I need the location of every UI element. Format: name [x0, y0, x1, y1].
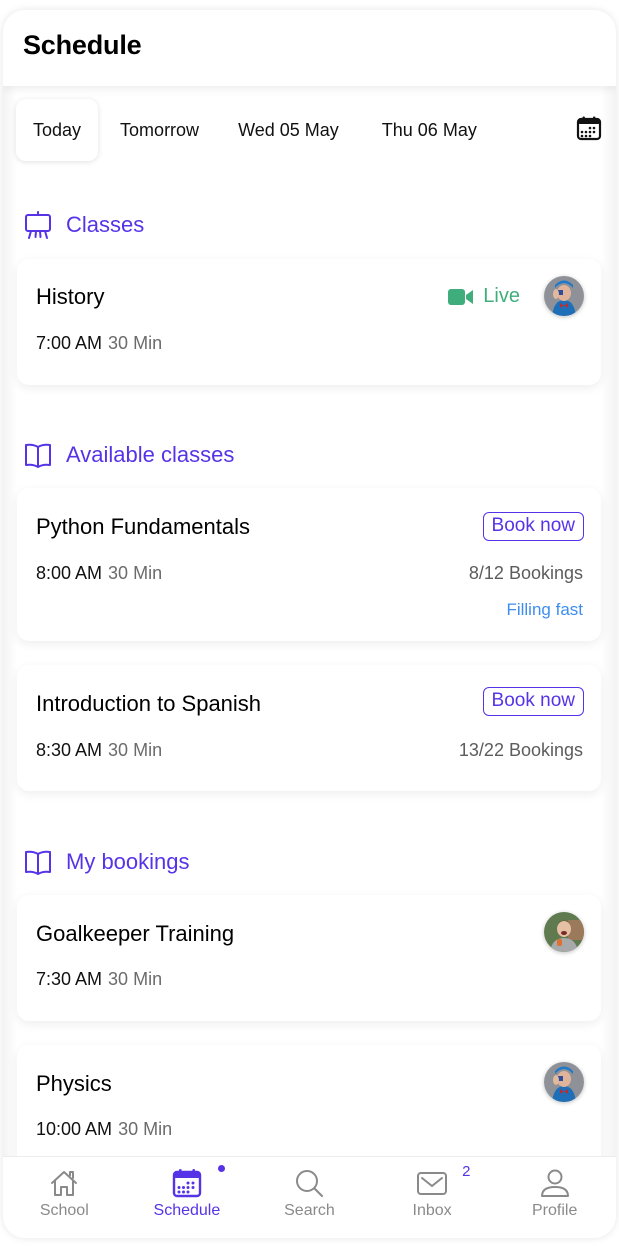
calendar-icon [172, 1169, 202, 1198]
tab-inbox[interactable]: 2 Inbox [371, 1157, 494, 1238]
book-open-icon [25, 443, 51, 468]
booking-card-goalkeeper[interactable]: Goalkeeper Training 7:30 AM 30 Min [17, 895, 601, 1021]
booking-card-physics[interactable]: Physics 10:00 AM 30 Min [17, 1045, 601, 1156]
tab-label: Profile [531, 1202, 578, 1219]
time-value: 8:30 AM [36, 740, 103, 760]
time-value: 7:00 AM [36, 333, 103, 353]
date-tab-tomorrow[interactable]: Tomorrow [103, 99, 216, 161]
class-time: 7:00 AM 30 Min [36, 333, 162, 354]
book-now-button[interactable]: Book now [482, 687, 584, 716]
tab-label: School [39, 1202, 89, 1219]
section-my-bookings: My bookings [23, 847, 190, 877]
class-card-spanish[interactable]: Introduction to Spanish Book now 8:30 AM… [17, 665, 601, 791]
calendar-icon [576, 116, 602, 141]
class-time: 8:30 AM 30 Min [36, 740, 162, 761]
class-time: 10:00 AM 30 Min [36, 1119, 172, 1140]
inbox-badge: 2 [462, 1163, 471, 1180]
section-title: Classes [66, 212, 145, 237]
section-title: My bookings [66, 849, 190, 874]
class-time: 7:30 AM 30 Min [36, 969, 162, 990]
tab-search[interactable]: Search [248, 1157, 371, 1238]
mail-icon [417, 1172, 448, 1195]
tab-profile[interactable]: Profile [493, 1157, 616, 1238]
header: Schedule [3, 10, 616, 86]
calendar-picker-button[interactable] [576, 115, 602, 141]
class-title: Goalkeeper Training [36, 921, 235, 946]
class-card-python[interactable]: Python Fundamentals Book now 8:00 AM 30 M… [17, 488, 601, 641]
coach-avatar[interactable] [544, 912, 584, 952]
date-tab-wed[interactable]: Wed 05 May [221, 99, 356, 161]
user-icon [540, 1169, 569, 1197]
tab-label: Search [284, 1202, 335, 1219]
tab-schedule[interactable]: Schedule [126, 1157, 249, 1238]
duration-value: 30 Min [108, 969, 163, 989]
page-title: Schedule [23, 30, 142, 60]
class-title: Introduction to Spanish [36, 691, 262, 716]
tab-label: Inbox [412, 1202, 452, 1219]
avatar-image [544, 912, 584, 952]
bookings-count: 13/22 Bookings [458, 740, 583, 760]
live-label: Live [483, 285, 520, 307]
bottom-tab-bar: School Schedule Search 2 Inbox Profile [3, 1156, 616, 1238]
section-classes: Classes [23, 210, 144, 240]
book-now-button[interactable]: Book now [482, 512, 584, 541]
book-open-icon [25, 850, 51, 875]
section-available-classes: Available classes [23, 440, 234, 470]
date-tabs: Today Tomorrow Wed 05 May Thu 06 May [16, 98, 616, 162]
bookings-count: 8/12 Bookings [468, 563, 583, 583]
active-indicator-dot [217, 1165, 225, 1172]
live-status[interactable]: Live [448, 285, 520, 308]
date-tab-thu[interactable]: Thu 06 May [365, 99, 494, 161]
teacher-avatar[interactable] [544, 276, 584, 316]
duration-value: 30 Min [118, 1119, 173, 1139]
tab-label: Schedule [153, 1202, 221, 1219]
time-value: 8:00 AM [36, 563, 103, 583]
avatar-image [544, 276, 584, 316]
home-icon [51, 1171, 78, 1196]
date-tab-today[interactable]: Today [16, 99, 99, 161]
duration-value: 30 Min [108, 563, 163, 583]
teacher-avatar[interactable] [544, 1062, 584, 1102]
time-value: 7:30 AM [36, 969, 103, 989]
duration-value: 30 Min [108, 740, 163, 760]
search-icon [296, 1170, 324, 1197]
schedule-content[interactable]: Today Tomorrow Wed 05 May Thu 06 May Cla… [3, 86, 616, 1156]
filling-fast-label: Filling fast [506, 600, 583, 619]
class-card-history[interactable]: History Live 7:00 AM 30 Min [17, 259, 601, 385]
section-title: Available classes [66, 442, 235, 467]
easel-icon [25, 211, 51, 239]
class-title: History [36, 284, 105, 309]
time-value: 10:00 AM [36, 1119, 113, 1139]
app-screen: Schedule Today Tomorrow Wed 05 May Thu 0… [3, 10, 616, 1238]
class-time: 8:00 AM 30 Min [36, 563, 162, 584]
duration-value: 30 Min [108, 333, 163, 353]
avatar-image [544, 1062, 584, 1102]
class-title: Physics [36, 1071, 112, 1096]
video-camera-icon [448, 288, 474, 305]
tab-school[interactable]: School [3, 1157, 126, 1238]
class-title: Python Fundamentals [36, 514, 251, 539]
